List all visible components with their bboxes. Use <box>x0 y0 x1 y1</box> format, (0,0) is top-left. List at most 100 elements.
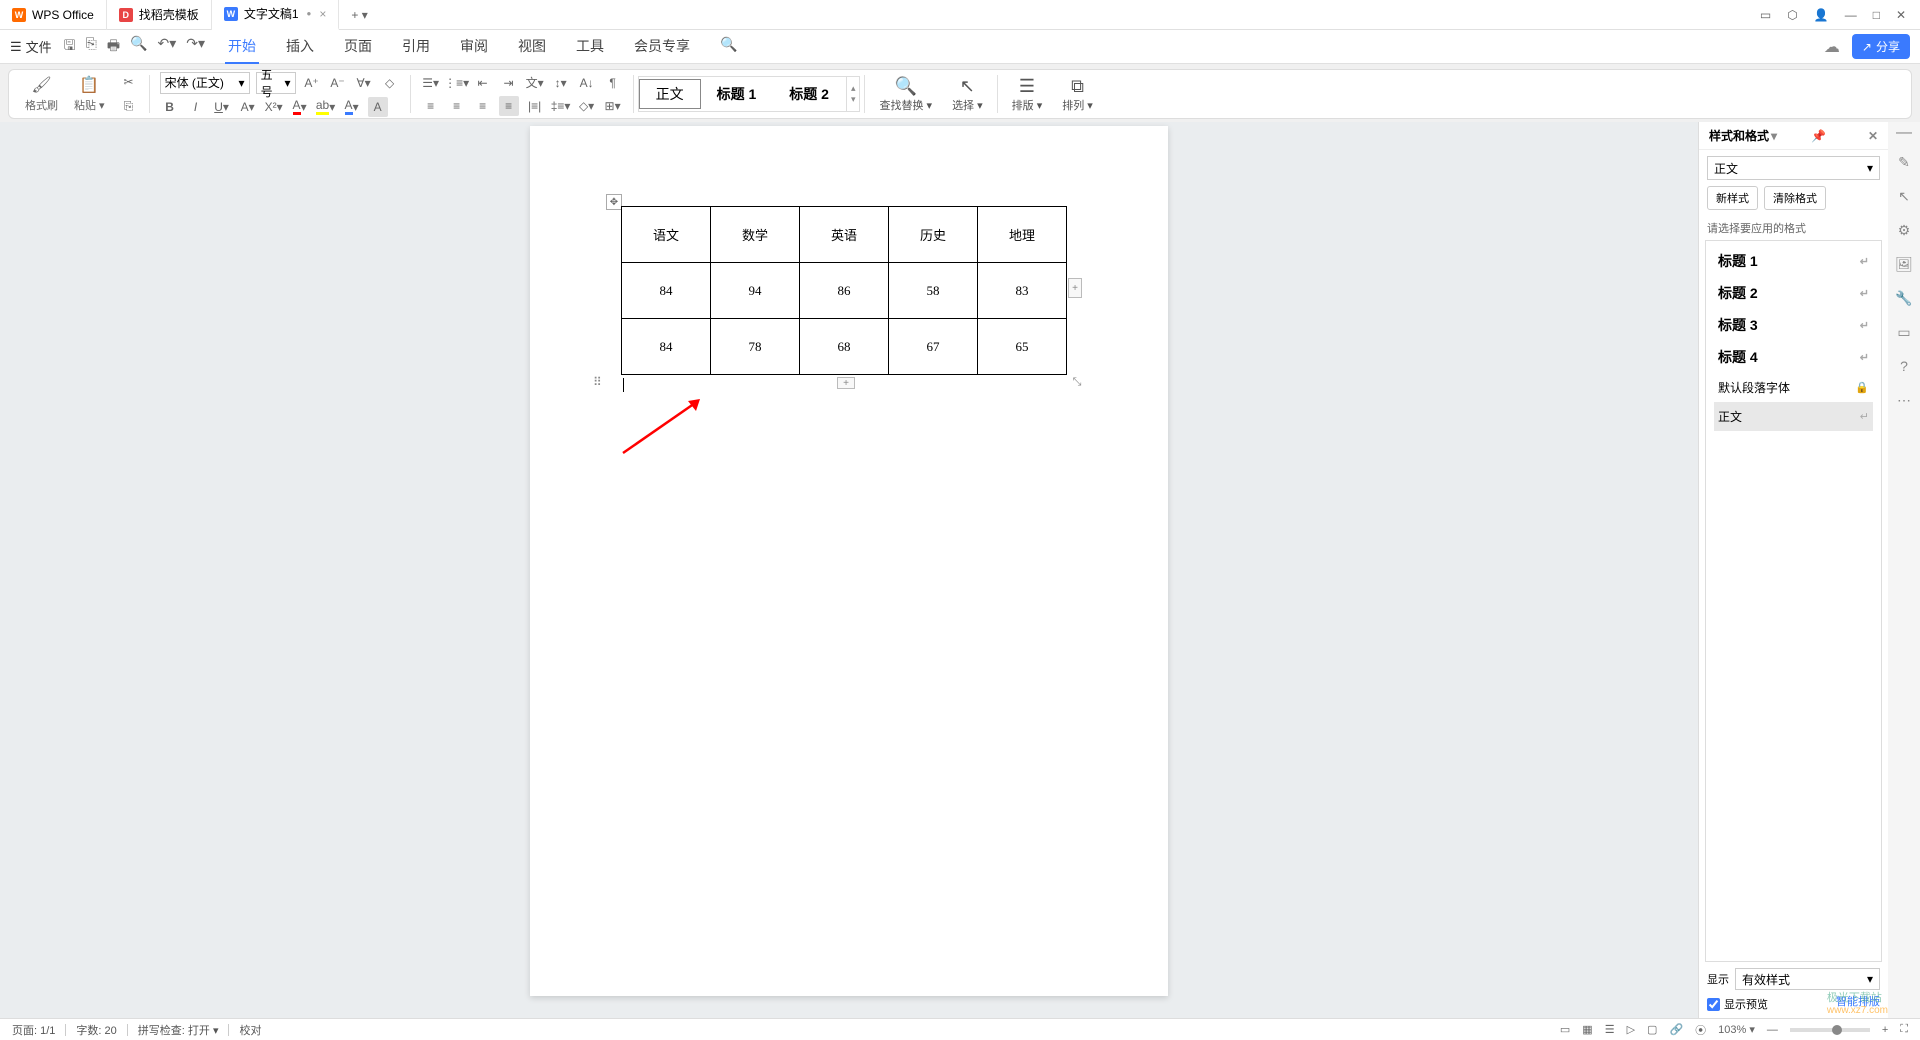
change-case-icon[interactable]: Ɐ▾ <box>354 73 374 93</box>
menu-tab-page[interactable]: 页面 <box>341 30 375 64</box>
pin-icon[interactable]: 📌 <box>1811 129 1826 143</box>
underline-icon[interactable]: U▾ <box>212 97 232 117</box>
cursor-icon[interactable]: ↖ <box>1894 186 1914 206</box>
reader-icon[interactable]: ▭ <box>1760 8 1771 22</box>
style-heading1[interactable]: 标题 1 <box>701 80 774 108</box>
shading-icon[interactable]: ◇▾ <box>577 96 597 116</box>
preview-icon[interactable]: 🔍 <box>130 35 147 59</box>
export-icon[interactable]: ⎘ <box>86 35 97 59</box>
text-direction-icon[interactable]: ↕▾ <box>551 73 571 93</box>
align-justify-icon[interactable]: ≡ <box>499 96 519 116</box>
zoom-out-icon[interactable]: — <box>1767 1024 1778 1036</box>
spell-check[interactable]: 拼写检查: 打开 ▾ <box>138 1022 219 1038</box>
print-icon[interactable]: 🖶 <box>107 35 120 59</box>
style-item-h4[interactable]: 标题 4↵ <box>1714 341 1873 373</box>
settings-icon[interactable]: ⚙ <box>1894 220 1914 240</box>
layout-button[interactable]: ☰ 排版 ▾ <box>1002 76 1053 113</box>
style-item-h1[interactable]: 标题 1↵ <box>1714 245 1873 277</box>
tab-wps-office[interactable]: W WPS Office <box>0 0 107 30</box>
menu-tab-member[interactable]: 会员专享 <box>631 30 693 64</box>
gallery-up-icon[interactable]: ▴ <box>851 83 856 94</box>
copy-icon[interactable]: ⎘ <box>119 96 139 116</box>
align-left-icon[interactable]: ≡ <box>421 96 441 116</box>
redo-icon[interactable]: ↷▾ <box>186 35 205 59</box>
show-select[interactable]: 有效样式▾ <box>1735 968 1880 990</box>
row-drag-handle[interactable]: ⠿ <box>593 375 602 389</box>
table-cell[interactable]: 86 <box>800 263 889 319</box>
zoom-in-icon[interactable]: + <box>1882 1024 1888 1036</box>
preview-checkbox[interactable]: 显示预览 <box>1707 996 1768 1012</box>
text-fill-icon[interactable]: A▾ <box>342 97 362 117</box>
decrease-indent-icon[interactable]: ⇤ <box>473 73 493 93</box>
arrange-button[interactable]: ⧉ 排列 ▾ <box>1052 76 1103 113</box>
menu-tab-view[interactable]: 视图 <box>515 30 549 64</box>
line-spacing-icon[interactable]: ‡≡▾ <box>551 96 571 116</box>
style-item-default[interactable]: 默认段落字体🔒 <box>1714 373 1873 402</box>
show-marks-icon[interactable]: ¶ <box>603 73 623 93</box>
page-container[interactable]: ✥ 语文 数学 英语 历史 地理 84 94 86 58 83 84 <box>0 122 1698 1018</box>
table-cell[interactable]: 58 <box>889 263 978 319</box>
clear-format-icon[interactable]: ◇ <box>380 73 400 93</box>
view-page-icon[interactable]: ▦ <box>1582 1023 1592 1036</box>
menu-tab-reference[interactable]: 引用 <box>399 30 433 64</box>
table-move-handle[interactable]: ✥ <box>606 194 622 210</box>
zoom-slider[interactable] <box>1790 1028 1870 1032</box>
table-cell[interactable]: 67 <box>889 319 978 375</box>
style-item-body[interactable]: 正文↵ <box>1714 402 1873 431</box>
menu-tab-insert[interactable]: 插入 <box>283 30 317 64</box>
new-tab-button[interactable]: + ▾ <box>339 8 379 22</box>
table-cell[interactable]: 地理 <box>978 207 1067 263</box>
italic-icon[interactable]: I <box>186 97 206 117</box>
fullscreen-icon[interactable]: ⛶ <box>1900 1023 1908 1036</box>
gallery-down-icon[interactable]: ▾ <box>851 94 856 105</box>
panel-minimize-icon[interactable]: — <box>1896 124 1912 142</box>
distribute-icon[interactable]: |≡| <box>525 96 545 116</box>
increase-indent-icon[interactable]: ⇥ <box>499 73 519 93</box>
bullet-list-icon[interactable]: ☰▾ <box>421 73 441 93</box>
view-outline-icon[interactable]: ☰ <box>1605 1023 1615 1036</box>
tab-templates[interactable]: D 找稻壳模板 <box>107 0 212 30</box>
menu-tab-start[interactable]: 开始 <box>225 30 259 64</box>
search-icon[interactable]: 🔍 <box>717 30 740 64</box>
style-heading2[interactable]: 标题 2 <box>773 80 846 108</box>
gallery-icon[interactable]: 🖼 <box>1894 254 1914 274</box>
cut-icon[interactable]: ✂ <box>119 72 139 92</box>
share-button[interactable]: ↗ 分享 <box>1852 34 1910 59</box>
proof[interactable]: 校对 <box>239 1022 261 1038</box>
help-icon[interactable]: ? <box>1894 356 1914 376</box>
tools-icon[interactable]: 🔧 <box>1894 288 1914 308</box>
maximize-icon[interactable]: □ <box>1873 8 1880 22</box>
style-gallery[interactable]: 正文 标题 1 标题 2 ▴ ▾ <box>638 76 861 112</box>
font-color-icon[interactable]: A▾ <box>290 97 310 117</box>
find-replace-button[interactable]: 🔍 查找替换 ▾ <box>869 76 942 113</box>
select-button[interactable]: ↖ 选择 ▾ <box>942 76 993 113</box>
avatar-icon[interactable]: 👤 <box>1814 8 1829 22</box>
link-icon[interactable]: 🔗 <box>1669 1023 1683 1036</box>
menu-tab-review[interactable]: 审阅 <box>457 30 491 64</box>
word-count[interactable]: 字数: 20 <box>76 1022 116 1038</box>
table-cell[interactable]: 68 <box>800 319 889 375</box>
minimize-icon[interactable]: — <box>1845 8 1857 22</box>
bold-icon[interactable]: B <box>160 97 180 117</box>
menu-tab-tools[interactable]: 工具 <box>573 30 607 64</box>
table-cell[interactable]: 语文 <box>622 207 711 263</box>
align-right-icon[interactable]: ≡ <box>473 96 493 116</box>
view-web-icon[interactable]: ▢ <box>1647 1023 1657 1036</box>
smart-layout-link[interactable]: 智能排版 <box>1836 993 1880 1009</box>
border-icon[interactable]: ⊞▾ <box>603 96 623 116</box>
add-row-handle[interactable]: + <box>837 377 855 389</box>
table-cell[interactable]: 数学 <box>711 207 800 263</box>
view-read-icon[interactable]: ▷ <box>1627 1023 1635 1036</box>
current-style-select[interactable]: 正文▾ <box>1707 156 1880 180</box>
clear-format-button[interactable]: 清除格式 <box>1764 186 1826 210</box>
more-icon[interactable]: ⋯ <box>1894 390 1914 410</box>
edit-icon[interactable]: ✎ <box>1894 152 1914 172</box>
align-center-icon[interactable]: ≡ <box>447 96 467 116</box>
table-cell[interactable]: 84 <box>622 319 711 375</box>
superscript-icon[interactable]: X²▾ <box>264 97 284 117</box>
number-list-icon[interactable]: ⋮≡▾ <box>447 73 467 93</box>
zoom-level[interactable]: 103% ▾ <box>1718 1023 1755 1036</box>
table-cell[interactable]: 83 <box>978 263 1067 319</box>
table-cell[interactable]: 94 <box>711 263 800 319</box>
box-icon[interactable]: ⬡ <box>1787 8 1797 22</box>
